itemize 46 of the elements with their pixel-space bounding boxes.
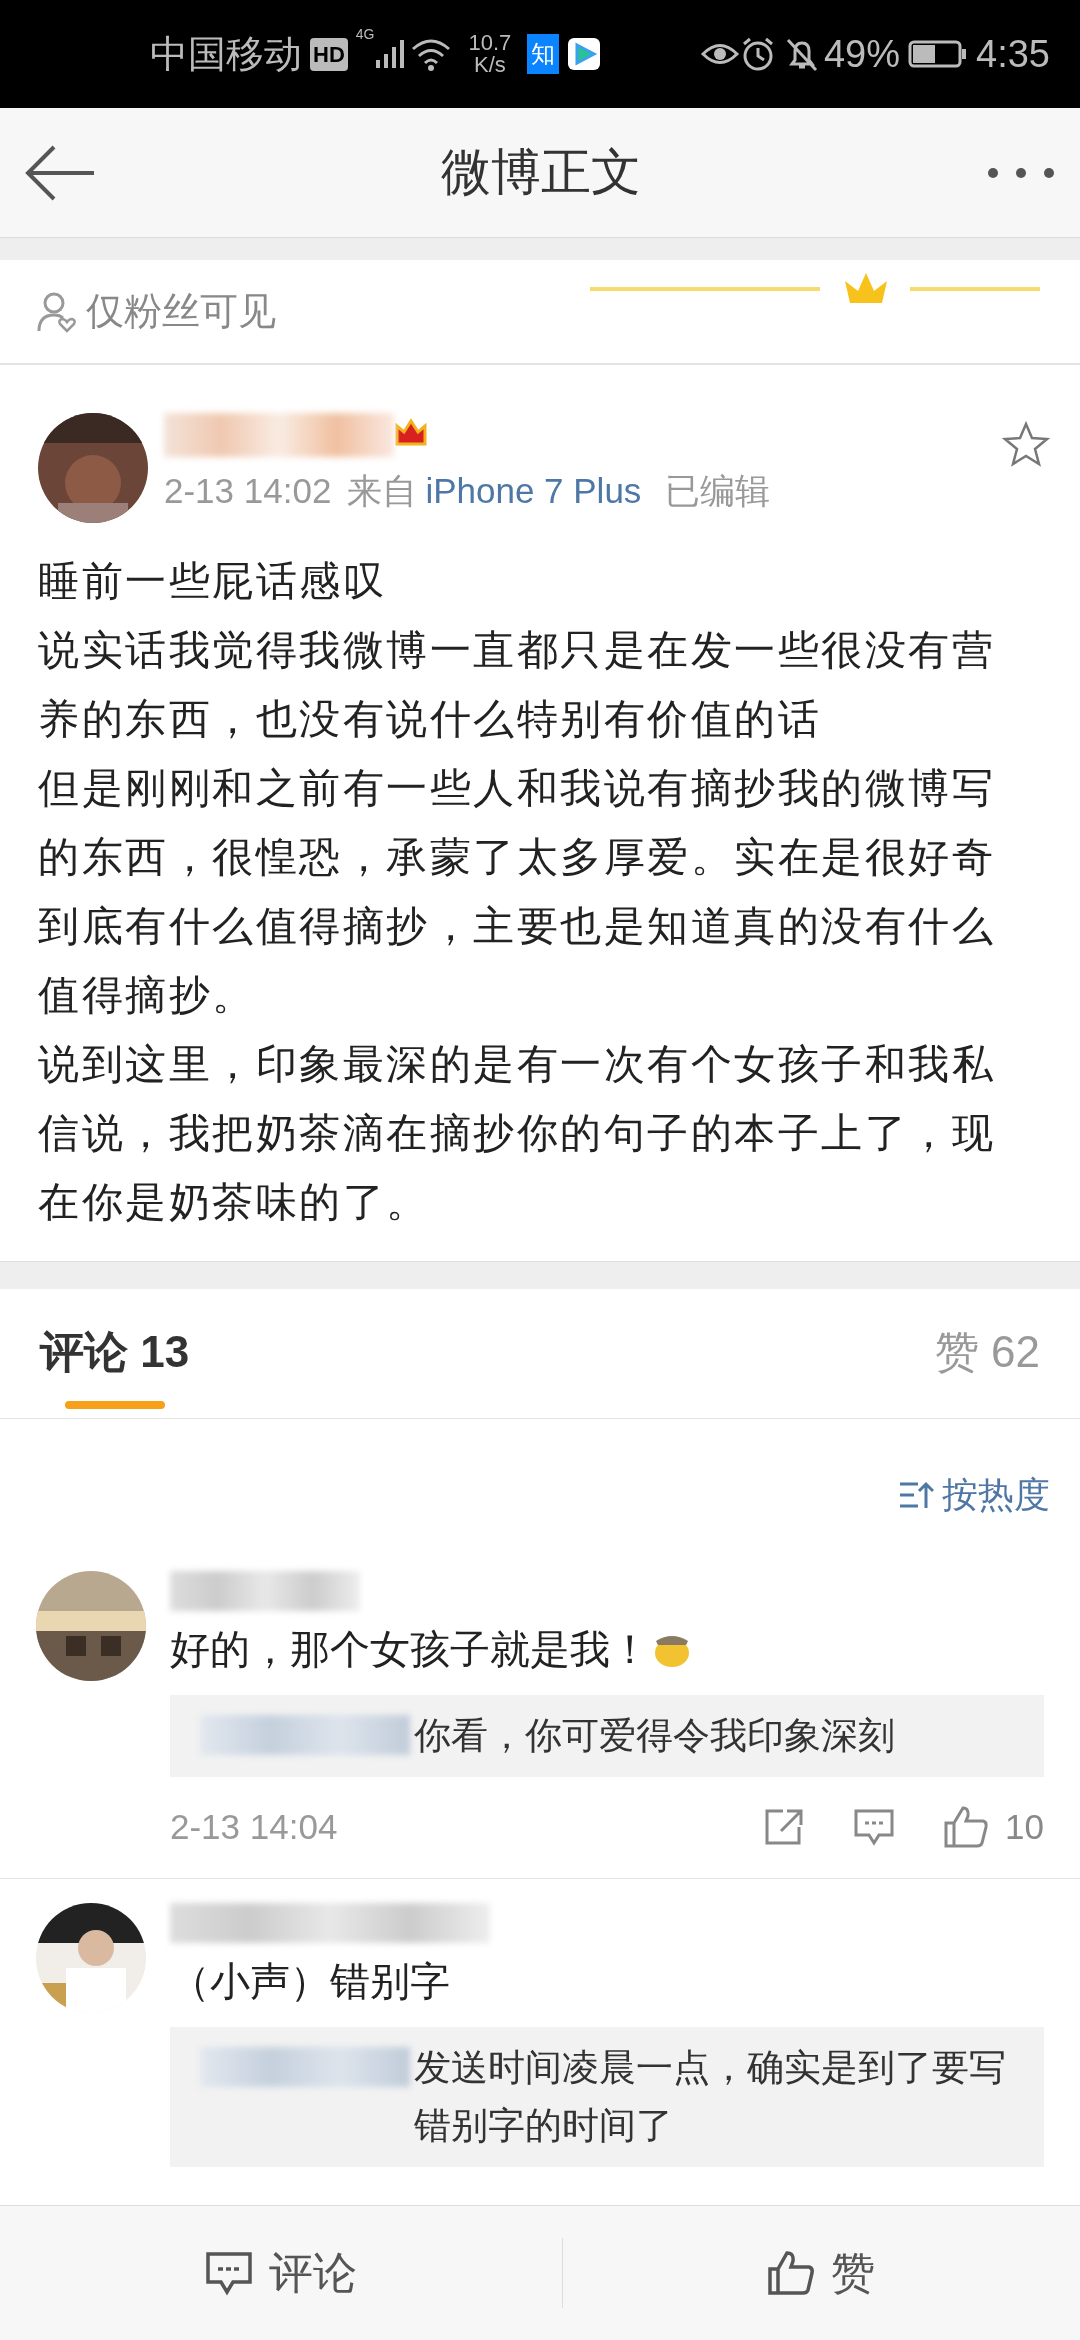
- reply-button[interactable]: [853, 1807, 896, 1848]
- comment-icon: [204, 2250, 253, 2296]
- back-arrow-icon: [24, 144, 96, 201]
- comment-text: （小声）错别字: [170, 1957, 450, 2005]
- battery-icon: [908, 39, 969, 69]
- post-source-prefix: 来自: [347, 470, 418, 512]
- comment-icon: [853, 1807, 896, 1848]
- carrier-name: 中国移动: [150, 31, 302, 77]
- more-icon: [986, 166, 1056, 181]
- comment-text: 好的，那个女孩子就是我！: [170, 1626, 650, 1673]
- app-icon: 知: [527, 34, 560, 74]
- network-type: 4G: [355, 25, 375, 44]
- speed-value: 10.7: [468, 32, 512, 54]
- post-source-link[interactable]: iPhone 7 Plus: [425, 465, 642, 518]
- star-icon: [1002, 421, 1050, 467]
- like-button[interactable]: 赞: [562, 2239, 1080, 2307]
- post-paragraph: 睡前一些屁话感叹: [37, 557, 387, 606]
- favorite-button[interactable]: [1002, 421, 1050, 467]
- like-count: 10: [1005, 1806, 1044, 1848]
- reply-text: 发送时间凌晨一点，确实是到了要写错别字的时间了: [414, 2045, 1007, 2148]
- share-icon: [763, 1807, 806, 1848]
- comment-time: 2-13 14:04: [170, 1806, 339, 1848]
- comment-tab[interactable]: 评论 13: [40, 1318, 190, 1385]
- visibility-label: 仅粉丝可见: [86, 289, 276, 334]
- speed-unit: K/s: [473, 54, 507, 76]
- post-time: 2-13 14:02: [164, 470, 332, 512]
- post-paragraph: 但是刚刚和之前有一些人和我说有摘抄我的微博写的东西，很惶恐，承蒙了太多厚爱。实在是很好奇到底有什么值得摘抄，主要也是知道真的没有什么值得摘抄。: [37, 764, 996, 1020]
- comment-button[interactable]: 评论: [0, 2239, 562, 2307]
- hd-badge: HD: [310, 37, 348, 71]
- back-button[interactable]: [24, 144, 96, 201]
- share-button[interactable]: [763, 1807, 806, 1848]
- edited-label: 已编辑: [665, 470, 771, 512]
- reply-text: 你看，你可爱得令我印象深刻: [414, 1714, 895, 1758]
- fans-icon: [36, 290, 78, 333]
- clock-time: 4:35: [976, 31, 1050, 77]
- post-paragraph: 说到这里，印象最深的是有一次有个女孩子和我私信说，我把奶茶滴在摘抄你的句子的本子上了，现在你是奶茶味的了。: [37, 1040, 996, 1227]
- play-icon: [567, 37, 602, 71]
- battery-percent: 49%: [823, 31, 901, 77]
- sort-button[interactable]: 按热度: [892, 1467, 1056, 1523]
- thumbs-up-icon: [767, 2250, 816, 2296]
- sort-icon: [898, 1480, 934, 1510]
- page-title: 微博正文: [441, 143, 641, 202]
- comment-tab[interactable]: 赞 62: [934, 1318, 1040, 1385]
- like-button[interactable]: 10: [943, 1801, 1044, 1854]
- post-paragraph: 说实话我觉得我微博一直都只是在发一些很没有营养的东西，也没有说什么特别有价值的话: [37, 626, 996, 744]
- thumbs-up-icon: [943, 1805, 990, 1850]
